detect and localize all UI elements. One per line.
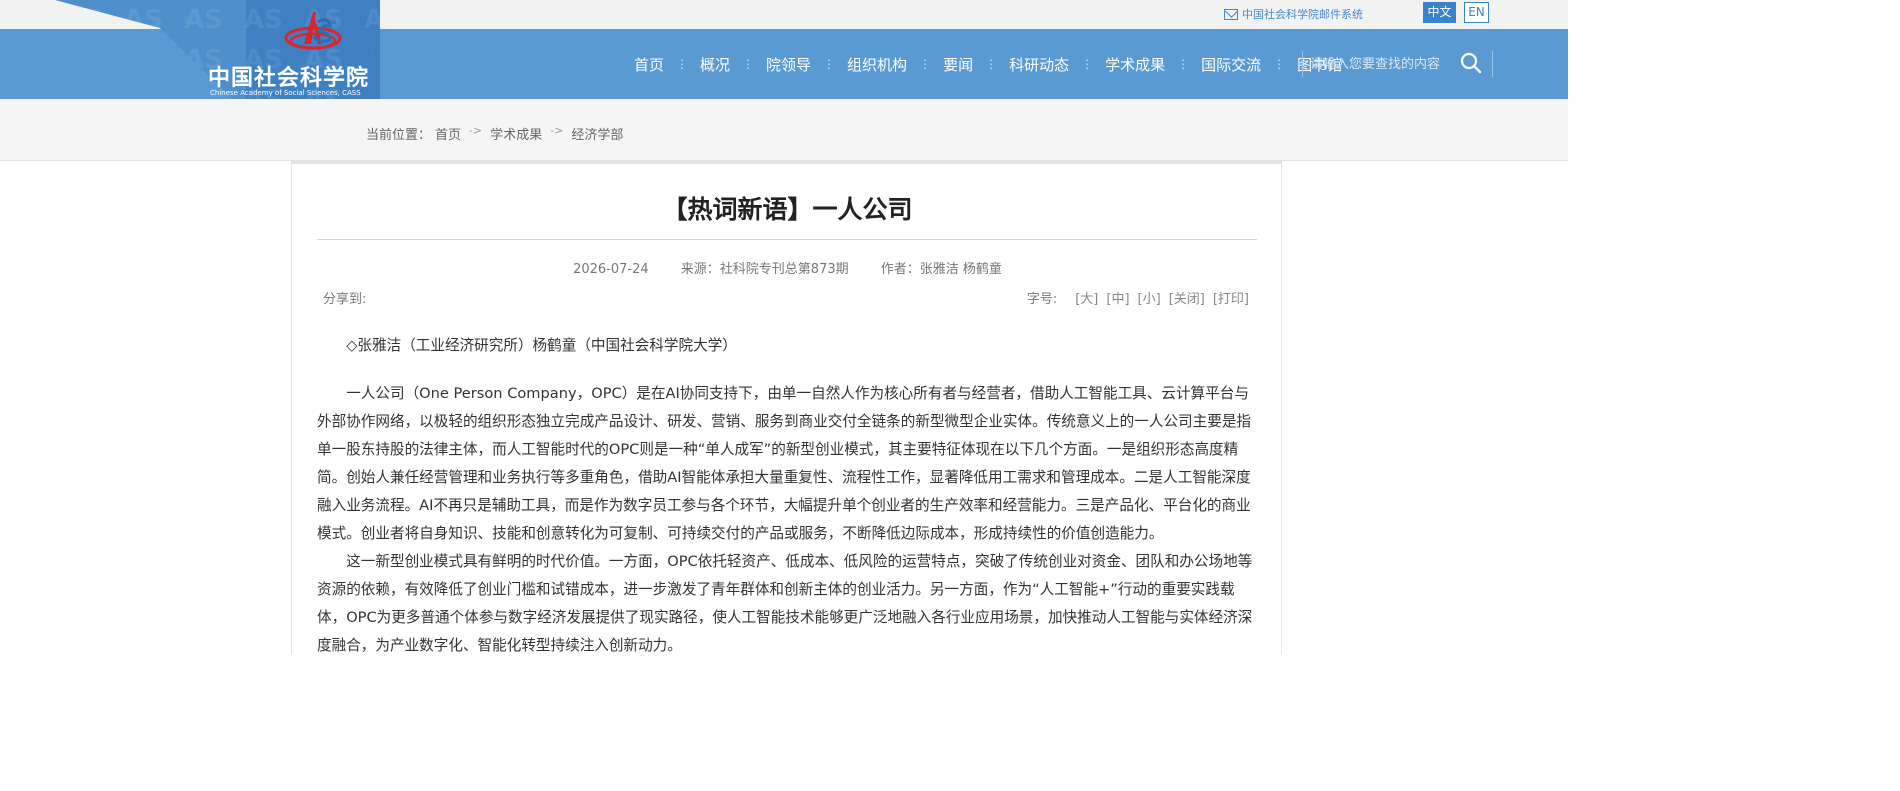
breadcrumb-economics[interactable]: 经济学部 <box>571 124 623 143</box>
article-panel: 【热词新语】一人公司 2026-07-24 来源：社科院专刊总第873期 作者：… <box>291 161 1282 654</box>
main-nav: 首页 ⋮ 概况 ⋮ 院领导 ⋮ 组织机构 ⋮ 要闻 ⋮ 科研动态 ⋮ 学术成果 … <box>622 29 1354 99</box>
nav-separator: ⋮ <box>823 57 836 71</box>
breadcrumb-label: 当前位置： <box>366 128 432 143</box>
search-input[interactable] <box>1310 53 1450 75</box>
breadcrumb-band: 当前位置： 首页 -> 学术成果 -> 经济学部 <box>0 99 1568 161</box>
article-body: ◇张雅洁（工业经济研究所）杨鹤童（中国社会科学院大学） 一人公司（One Per… <box>317 332 1259 660</box>
breadcrumb: 当前位置： 首页 -> 学术成果 -> 经济学部 <box>366 124 623 143</box>
font-size-controls: 字号: [大] [中] [小] [关闭] [打印] <box>1027 288 1249 307</box>
search-divider <box>1302 51 1303 77</box>
breadcrumb-arrow: -> <box>550 124 564 137</box>
mail-system-link[interactable]: 中国社会科学院邮件系统 <box>1224 6 1363 22</box>
nav-separator: ⋮ <box>742 57 755 71</box>
nav-item-leadership[interactable]: 院领导 <box>754 54 823 75</box>
article-author: 作者：张雅洁 杨鹤童 <box>880 262 1002 277</box>
article-meta: 2026-07-24 来源：社科院专刊总第873期 作者：张雅洁 杨鹤童 <box>292 258 1283 277</box>
article-source: 来源：社科院专刊总第873期 <box>680 262 849 277</box>
nav-separator: ⋮ <box>985 57 998 71</box>
breadcrumb-arrow: -> <box>469 124 483 137</box>
nav-item-home[interactable]: 首页 <box>622 54 676 75</box>
article-title: 【热词新语】一人公司 <box>662 195 913 224</box>
nav-separator: ⋮ <box>1081 57 1094 71</box>
nav-item-achievements[interactable]: 学术成果 <box>1093 54 1177 75</box>
nav-separator: ⋮ <box>1177 57 1190 71</box>
mail-icon <box>1224 8 1238 20</box>
search-icon[interactable] <box>1460 52 1482 74</box>
cass-emblem <box>284 12 342 50</box>
close-button[interactable]: [关闭] <box>1169 288 1205 307</box>
font-large-button[interactable]: [大] <box>1075 288 1098 307</box>
nav-item-research[interactable]: 科研动态 <box>997 54 1081 75</box>
nav-separator: ⋮ <box>919 57 932 71</box>
mail-system-label: 中国社会科学院邮件系统 <box>1242 8 1363 21</box>
nav-item-news[interactable]: 要闻 <box>931 54 985 75</box>
article-paragraph: 这一新型创业模式具有鲜明的时代价值。一方面，OPC依托轻资产、低成本、低风险的运… <box>317 553 1253 654</box>
article-paragraph: 一人公司（One Person Company，OPC）是在AI协同支持下，由单… <box>317 385 1252 542</box>
lang-chinese-button[interactable]: 中文 <box>1423 2 1456 23</box>
nav-separator: ⋮ <box>1273 57 1286 71</box>
breadcrumb-home[interactable]: 首页 <box>435 124 461 143</box>
nav-item-overview[interactable]: 概况 <box>688 54 742 75</box>
search-divider-right <box>1492 51 1493 77</box>
logo-title: 中国社会科学院 <box>208 66 370 91</box>
share-label: 分享到: <box>323 292 367 307</box>
breadcrumb-achievements[interactable]: 学术成果 <box>490 124 542 143</box>
print-button[interactable]: [打印] <box>1213 288 1249 307</box>
lang-english-button[interactable]: EN <box>1464 2 1489 23</box>
article-date: 2026-07-24 <box>573 262 649 277</box>
font-small-button[interactable]: [小] <box>1138 288 1161 307</box>
logo-subtitle: Chinese Academy of Social Sciences, CASS <box>210 89 361 97</box>
nav-item-international[interactable]: 国际交流 <box>1189 54 1273 75</box>
nav-separator: ⋮ <box>676 57 689 71</box>
title-divider <box>317 239 1257 240</box>
font-size-label: 字号: <box>1026 292 1058 307</box>
font-medium-button[interactable]: [中] <box>1106 288 1129 307</box>
nav-item-organization[interactable]: 组织机构 <box>835 54 919 75</box>
article-byline: ◇张雅洁（工业经济研究所）杨鹤童（中国社会科学院大学） <box>346 337 737 354</box>
